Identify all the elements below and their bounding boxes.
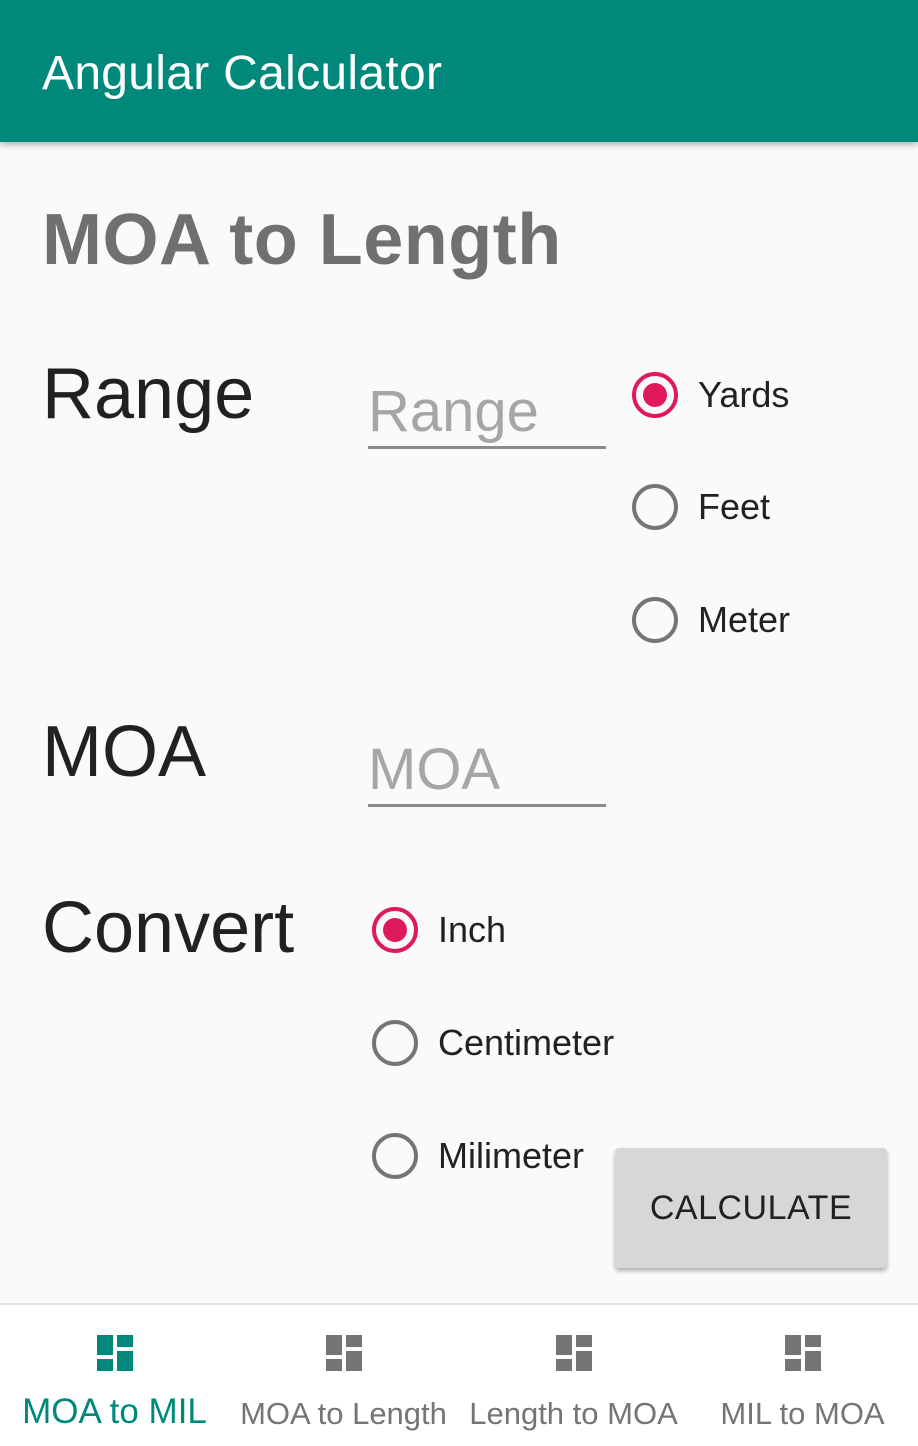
moa-label: MOA xyxy=(42,712,207,792)
radio-button-icon xyxy=(632,597,678,643)
dashboard-icon xyxy=(784,1335,821,1371)
radio-button-icon xyxy=(372,1020,418,1066)
radio-feet[interactable]: Feet xyxy=(632,484,770,530)
bottom-navigation: MOA to MIL MOA to Length Length to MOA M… xyxy=(0,1303,918,1446)
moa-input[interactable] xyxy=(368,734,606,807)
nav-item-moa-to-length[interactable]: MOA to Length xyxy=(229,1305,458,1446)
radio-button-icon xyxy=(372,907,418,953)
range-label: Range xyxy=(42,354,255,434)
radio-inch-label: Inch xyxy=(438,909,507,950)
app-bar: Angular Calculator xyxy=(0,0,918,142)
range-input[interactable] xyxy=(368,376,606,449)
radio-centimeter-label: Centimeter xyxy=(438,1022,615,1063)
nav-label: MOA to Length xyxy=(240,1396,447,1431)
radio-feet-label: Feet xyxy=(698,486,771,527)
nav-label: MOA to MIL xyxy=(22,1392,207,1431)
radio-yards[interactable]: Yards xyxy=(632,372,789,418)
radio-button-icon xyxy=(632,484,678,530)
nav-item-mil-to-moa[interactable]: MIL to MOA xyxy=(688,1305,917,1446)
radio-button-icon xyxy=(632,372,678,418)
nav-label: Length to MOA xyxy=(469,1396,678,1431)
page-title: MOA to Length xyxy=(42,200,562,280)
nav-label: MIL to MOA xyxy=(720,1396,885,1431)
radio-milimeter-label: Milimeter xyxy=(438,1135,585,1176)
nav-item-length-to-moa[interactable]: Length to MOA xyxy=(459,1305,688,1446)
radio-milimeter[interactable]: Milimeter xyxy=(372,1133,584,1179)
dashboard-icon xyxy=(325,1335,362,1371)
nav-item-moa-to-mil[interactable]: MOA to MIL xyxy=(0,1305,229,1446)
dashboard-icon xyxy=(555,1335,592,1371)
dashboard-icon xyxy=(96,1335,133,1371)
radio-yards-label: Yards xyxy=(698,374,790,415)
convert-label: Convert xyxy=(42,888,295,968)
radio-centimeter[interactable]: Centimeter xyxy=(372,1020,614,1066)
app-title: Angular Calculator xyxy=(42,47,443,100)
radio-button-icon xyxy=(372,1133,418,1179)
radio-inch[interactable]: Inch xyxy=(372,907,506,953)
radio-meter-label: Meter xyxy=(698,599,791,640)
calculate-button[interactable]: CALCULATE xyxy=(615,1148,887,1268)
radio-meter[interactable]: Meter xyxy=(632,597,790,643)
